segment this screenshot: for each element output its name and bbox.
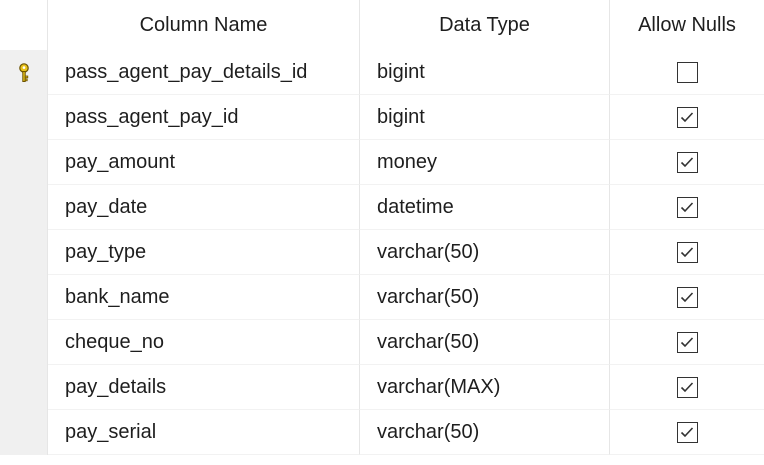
column-name-cell[interactable]: pass_agent_pay_details_id [48, 50, 360, 95]
data-type-cell[interactable]: bigint [360, 50, 610, 95]
data-type-cell[interactable]: varchar(50) [360, 230, 610, 275]
data-type-cell[interactable]: varchar(50) [360, 275, 610, 320]
allow-nulls-cell [610, 320, 764, 365]
data-type-cell[interactable]: bigint [360, 95, 610, 140]
row-selector[interactable] [0, 275, 48, 320]
row-selector[interactable] [0, 410, 48, 455]
header-allow-nulls[interactable]: Allow Nulls [610, 0, 764, 50]
data-type-cell[interactable]: datetime [360, 185, 610, 230]
header-column-name[interactable]: Column Name [48, 0, 360, 50]
data-type-cell[interactable]: varchar(MAX) [360, 365, 610, 410]
row-selector[interactable] [0, 365, 48, 410]
row-selector[interactable] [0, 50, 48, 95]
grid-header-row: Column Name Data Type Allow Nulls [0, 0, 764, 50]
column-name-cell[interactable]: pay_amount [48, 140, 360, 185]
column-name-cell[interactable]: bank_name [48, 275, 360, 320]
checkbox-checked-icon[interactable] [676, 241, 698, 263]
checkbox-checked-icon[interactable] [676, 376, 698, 398]
row-selector[interactable] [0, 140, 48, 185]
column-name-cell[interactable]: cheque_no [48, 320, 360, 365]
column-name-cell[interactable]: pass_agent_pay_id [48, 95, 360, 140]
allow-nulls-cell [610, 140, 764, 185]
checkbox-checked-icon[interactable] [676, 151, 698, 173]
row-selector[interactable] [0, 230, 48, 275]
allow-nulls-cell [610, 365, 764, 410]
data-type-cell[interactable]: money [360, 140, 610, 185]
checkbox-checked-icon[interactable] [676, 196, 698, 218]
allow-nulls-cell [610, 275, 764, 320]
table-row[interactable]: pay_date datetime [0, 185, 764, 230]
header-data-type[interactable]: Data Type [360, 0, 610, 50]
table-row[interactable]: pay_serial varchar(50) [0, 410, 764, 455]
row-selector[interactable] [0, 95, 48, 140]
allow-nulls-cell [610, 95, 764, 140]
table-row[interactable]: bank_name varchar(50) [0, 275, 764, 320]
table-row[interactable]: pay_amount money [0, 140, 764, 185]
row-selector[interactable] [0, 185, 48, 230]
table-row[interactable]: pass_agent_pay_id bigint [0, 95, 764, 140]
checkbox-checked-icon[interactable] [676, 421, 698, 443]
checkbox-checked-icon[interactable] [676, 331, 698, 353]
column-name-cell[interactable]: pay_type [48, 230, 360, 275]
checkbox-checked-icon[interactable] [676, 286, 698, 308]
table-designer-grid: Column Name Data Type Allow Nulls pass_a… [0, 0, 764, 465]
allow-nulls-cell [610, 185, 764, 230]
table-row[interactable]: pay_details varchar(MAX) [0, 365, 764, 410]
row-selector[interactable] [0, 320, 48, 365]
table-row[interactable]: pay_type varchar(50) [0, 230, 764, 275]
table-row[interactable]: cheque_no varchar(50) [0, 320, 764, 365]
data-type-cell[interactable]: varchar(50) [360, 410, 610, 455]
allow-nulls-cell [610, 230, 764, 275]
allow-nulls-cell [610, 50, 764, 95]
data-type-cell[interactable]: varchar(50) [360, 320, 610, 365]
column-name-cell[interactable]: pay_date [48, 185, 360, 230]
table-row[interactable]: pass_agent_pay_details_id bigint [0, 50, 764, 95]
column-name-cell[interactable]: pay_details [48, 365, 360, 410]
column-name-cell[interactable]: pay_serial [48, 410, 360, 455]
key-icon [0, 62, 47, 83]
allow-nulls-cell [610, 410, 764, 455]
checkbox-unchecked-icon[interactable] [676, 61, 698, 83]
header-row-selector-corner[interactable] [0, 0, 48, 50]
checkbox-checked-icon[interactable] [676, 106, 698, 128]
